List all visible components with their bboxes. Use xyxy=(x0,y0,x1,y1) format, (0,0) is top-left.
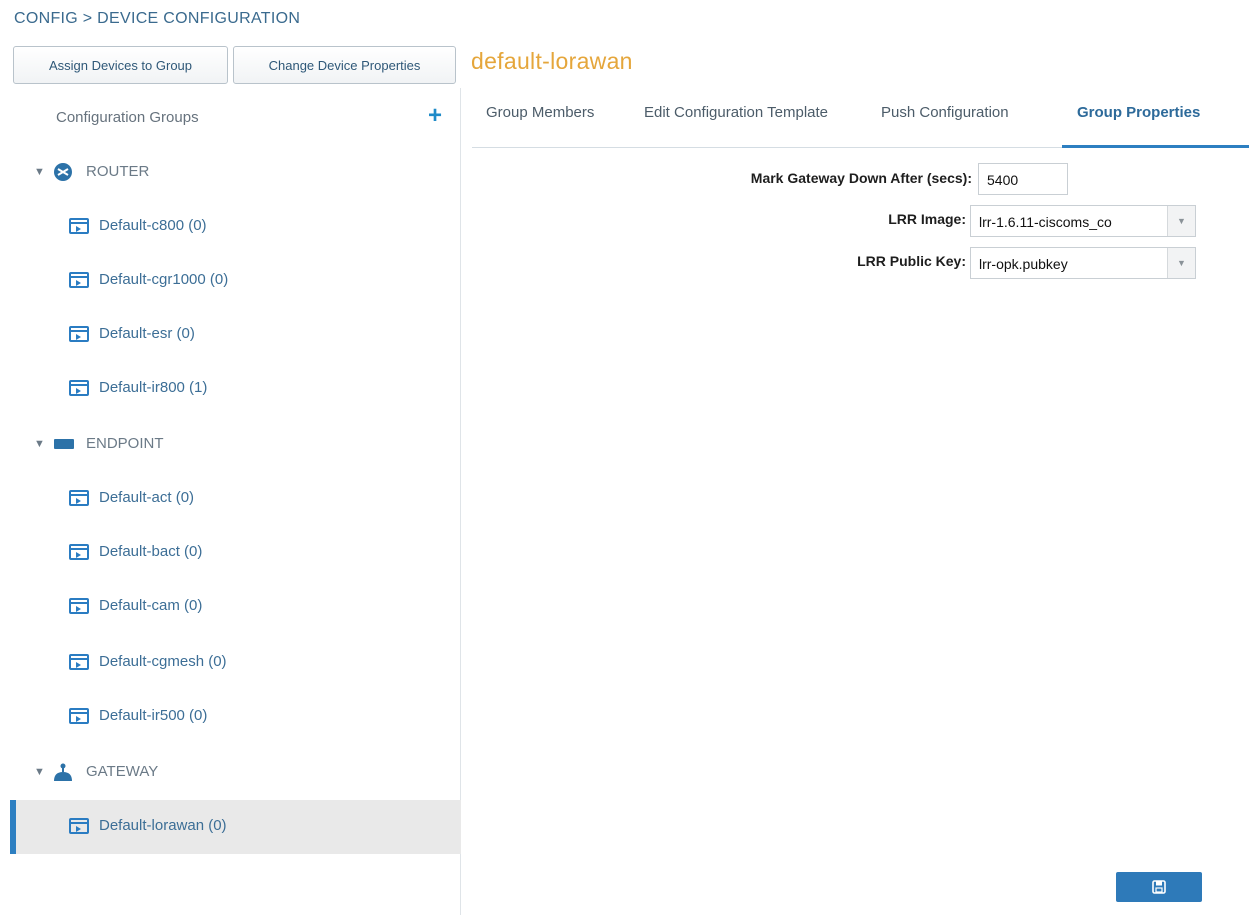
lrr-public-key-select[interactable]: lrr-opk.pubkey ▼ xyxy=(970,247,1196,279)
sidebar-header: Configuration Groups + xyxy=(10,88,461,146)
sidebar-item-label: Default-cgr1000 (0) xyxy=(99,271,229,288)
sidebar-item-selected[interactable]: Default-lorawan (0) xyxy=(10,800,461,854)
sidebar-item-label: Default-ir500 (0) xyxy=(99,707,208,724)
active-tab-indicator xyxy=(1062,145,1249,148)
lrr-public-key-value: lrr-opk.pubkey xyxy=(979,256,1068,272)
sidebar-item[interactable]: Default-bact (0) xyxy=(10,526,461,580)
sidebar-item[interactable]: Default-c800 (0) xyxy=(10,200,461,254)
category-label: GATEWAY xyxy=(86,763,159,780)
caret-down-icon[interactable]: ▼ xyxy=(34,766,45,778)
lrr-image-label: LRR Image: xyxy=(888,211,966,227)
category-endpoint[interactable]: ▼ ENDPOINT xyxy=(10,418,461,472)
sidebar-item-label: Default-esr (0) xyxy=(99,325,195,342)
folder-icon xyxy=(69,490,89,506)
category-router[interactable]: ▼ ROUTER xyxy=(10,146,461,200)
category-label: ENDPOINT xyxy=(86,435,164,452)
sidebar-item[interactable]: Default-esr (0) xyxy=(10,308,461,362)
sidebar-item[interactable]: Default-cgmesh (0) xyxy=(10,636,461,690)
folder-icon xyxy=(69,326,89,342)
gateway-icon xyxy=(52,761,74,788)
folder-icon xyxy=(69,218,89,234)
tab-edit-configuration-template[interactable]: Edit Configuration Template xyxy=(644,104,828,148)
tab-group-properties[interactable]: Group Properties xyxy=(1077,104,1200,148)
gateway-down-input[interactable]: 5400 xyxy=(978,163,1068,195)
sidebar-item-label: Default-cgmesh (0) xyxy=(99,653,227,670)
folder-icon xyxy=(69,654,89,670)
sidebar-item[interactable]: Default-act (0) xyxy=(10,472,461,526)
router-icon xyxy=(52,161,74,188)
chevron-down-icon[interactable]: ▼ xyxy=(1167,248,1195,278)
sidebar-item[interactable]: Default-cgr1000 (0) xyxy=(10,254,461,308)
sidebar-item-label: Default-cam (0) xyxy=(99,597,203,614)
folder-icon xyxy=(69,380,89,396)
category-gateway[interactable]: ▼ GATEWAY xyxy=(10,746,461,800)
breadcrumb: CONFIG > DEVICE CONFIGURATION xyxy=(14,10,301,27)
sidebar-item[interactable]: Default-ir800 (1) xyxy=(10,362,461,416)
caret-down-icon[interactable]: ▼ xyxy=(34,166,45,178)
selection-indicator xyxy=(10,800,16,854)
folder-icon xyxy=(69,598,89,614)
sidebar-item-label: Default-lorawan (0) xyxy=(99,817,227,834)
plus-icon[interactable]: + xyxy=(428,104,442,128)
endpoint-icon xyxy=(52,433,76,460)
sidebar-header-label: Configuration Groups xyxy=(56,109,199,126)
gateway-down-label: Mark Gateway Down After (secs): xyxy=(750,170,972,186)
config-groups-sidebar: Configuration Groups + ▼ ROUTER Default-… xyxy=(10,88,461,915)
save-icon xyxy=(1152,880,1166,894)
caret-down-icon[interactable]: ▼ xyxy=(34,438,45,450)
folder-icon xyxy=(69,818,89,834)
chevron-down-icon[interactable]: ▼ xyxy=(1167,206,1195,236)
sidebar-item[interactable]: Default-cam (0) xyxy=(10,580,461,634)
lrr-public-key-label: LRR Public Key: xyxy=(857,253,966,269)
assign-devices-button[interactable]: Assign Devices to Group xyxy=(13,46,228,84)
folder-icon xyxy=(69,708,89,724)
sidebar-item-label: Default-act (0) xyxy=(99,489,195,506)
sidebar-item-label: Default-bact (0) xyxy=(99,543,203,560)
lrr-image-value: lrr-1.6.11-ciscoms_co xyxy=(979,214,1112,230)
sidebar-item[interactable]: Default-ir500 (0) xyxy=(10,690,461,744)
group-title: default-lorawan xyxy=(471,48,633,74)
folder-icon xyxy=(69,272,89,288)
sidebar-item-label: Default-c800 (0) xyxy=(99,217,207,234)
tab-push-configuration[interactable]: Push Configuration xyxy=(881,104,1009,148)
category-label: ROUTER xyxy=(86,163,150,180)
tab-bar: Group Members Edit Configuration Templat… xyxy=(472,88,1249,148)
lrr-image-select[interactable]: lrr-1.6.11-ciscoms_co ▼ xyxy=(970,205,1196,237)
tab-group-members[interactable]: Group Members xyxy=(486,104,594,148)
save-button[interactable] xyxy=(1116,872,1202,902)
sidebar-item-label: Default-ir800 (1) xyxy=(99,379,208,396)
folder-icon xyxy=(69,544,89,560)
change-device-properties-button[interactable]: Change Device Properties xyxy=(233,46,456,84)
